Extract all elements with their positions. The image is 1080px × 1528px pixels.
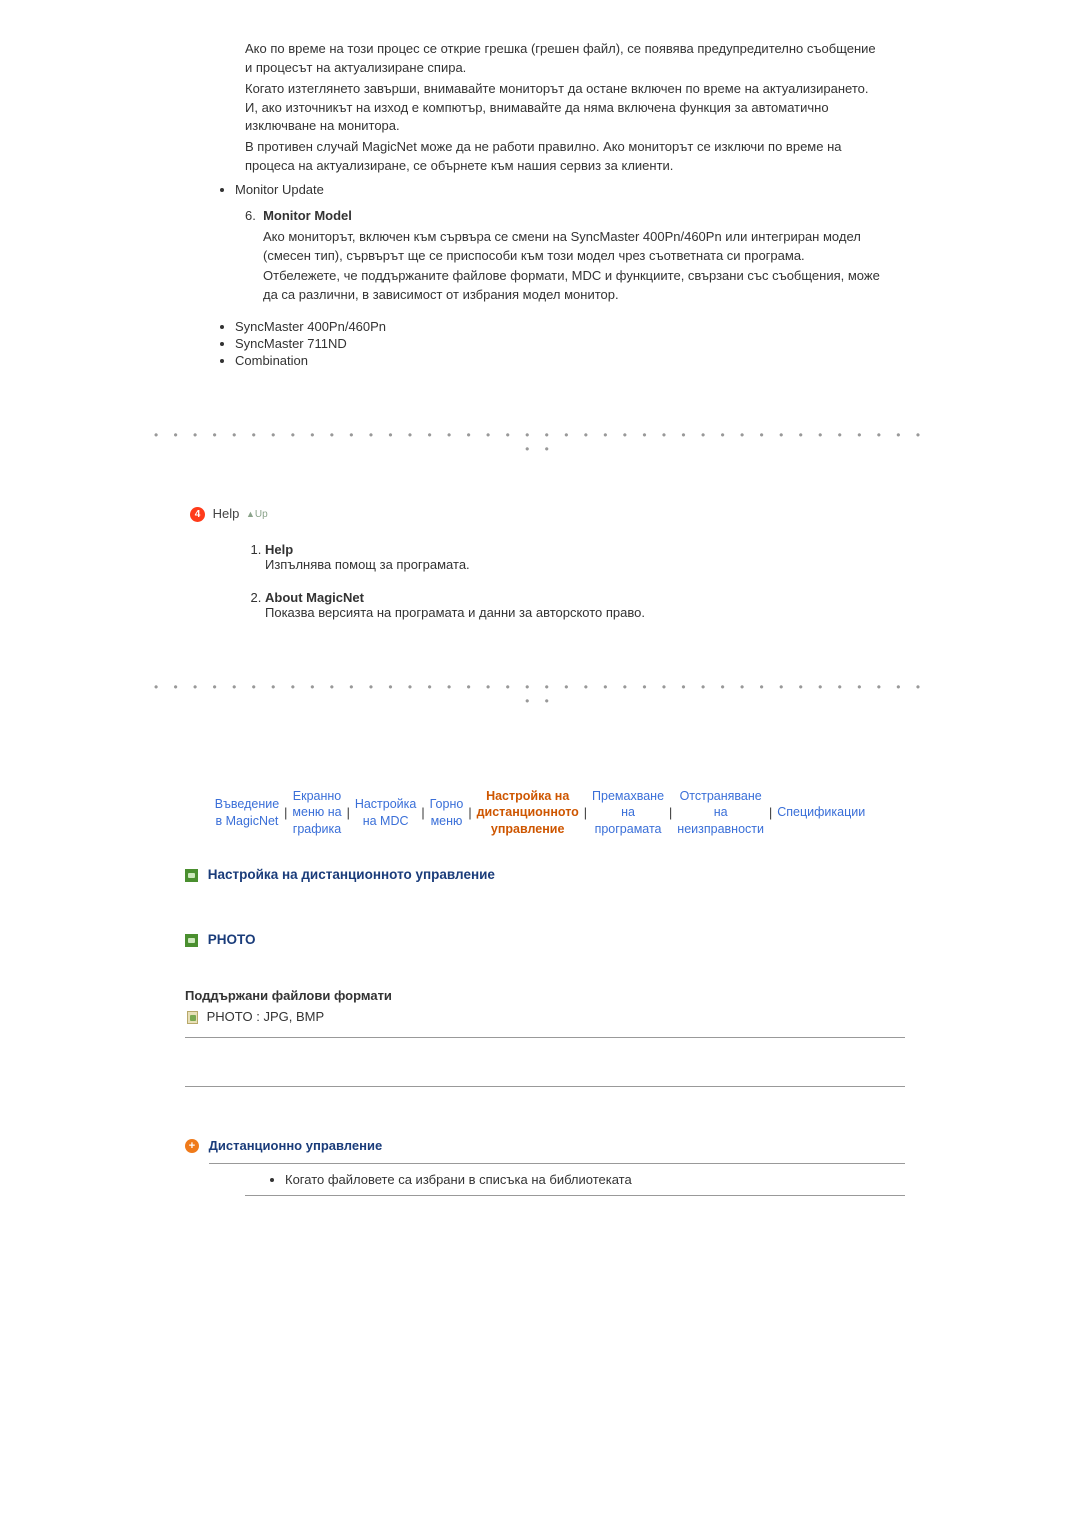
help-item: About MagicNet Показва версията на прогр… xyxy=(265,590,935,620)
file-icon xyxy=(185,1010,199,1024)
item-number: 6. xyxy=(245,208,256,223)
nav-remote-setup[interactable]: Настройка надистанционнотоуправление xyxy=(473,788,583,837)
formats-text: PHOTO : JPG, BMP xyxy=(207,1009,325,1024)
paragraph: В противен случай MagicNet може да не ра… xyxy=(245,138,885,176)
monitor-icon xyxy=(185,934,198,947)
remote-control-title: Дистанционно управление xyxy=(209,1138,383,1153)
section-badge-icon: 4 xyxy=(190,507,205,522)
nav-troubleshoot[interactable]: Отстраняваненанеизправности xyxy=(677,789,764,836)
help-item-title: About MagicNet xyxy=(265,590,364,605)
help-item-desc: Изпълнява помощ за програмата. xyxy=(265,557,470,572)
section-divider: • • • • • • • • • • • • • • • • • • • • … xyxy=(145,428,935,456)
divider xyxy=(185,1086,905,1087)
list-item: Monitor Update xyxy=(235,182,935,197)
divider xyxy=(209,1163,905,1164)
divider xyxy=(185,1037,905,1038)
nav-intro[interactable]: Въведениев MagicNet xyxy=(215,797,279,827)
list-item: SyncMaster 711ND xyxy=(235,336,935,351)
help-item-desc: Показва версията на програмата и данни з… xyxy=(265,605,645,620)
paragraph: Ако мониторът, включен към сървъра се см… xyxy=(263,228,885,266)
help-item-title: Help xyxy=(265,542,293,557)
nav-uninstall[interactable]: Премахваненапрограмата xyxy=(592,789,664,836)
section-title: Help xyxy=(213,506,240,521)
monitor-icon xyxy=(185,869,198,882)
formats-heading: Поддържани файлови формати xyxy=(185,987,905,1006)
section-divider: • • • • • • • • • • • • • • • • • • • • … xyxy=(145,680,935,708)
nav-tabs: Въведениев MagicNet | Екранноменю награф… xyxy=(145,788,935,837)
divider xyxy=(245,1195,905,1196)
list-item: Когато файловете са избрани в списъка на… xyxy=(285,1172,905,1187)
item-title: Monitor Model xyxy=(263,208,352,223)
remote-setup-title: Настройка на дистанционното управление xyxy=(208,867,495,882)
list-item: SyncMaster 400Pn/460Pn xyxy=(235,319,935,334)
list-item: Combination xyxy=(235,353,935,368)
nav-osd[interactable]: Екранноменю награфика xyxy=(292,789,341,836)
nav-top-menu[interactable]: Горноменю xyxy=(430,797,464,827)
paragraph: Отбележете, че поддържаните файлове форм… xyxy=(263,267,885,305)
up-arrow-icon: ▲ xyxy=(246,509,255,519)
help-item: Help Изпълнява помощ за програмата. xyxy=(265,542,935,572)
paragraph: Ако по време на този процес се открие гр… xyxy=(245,40,885,78)
plus-icon: + xyxy=(185,1139,199,1153)
nav-specs[interactable]: Спецификации xyxy=(777,805,865,819)
paragraph: Когато изтеглянето завърши, внимавайте м… xyxy=(245,80,885,137)
up-link[interactable]: ▲Up xyxy=(246,509,268,520)
nav-mdc[interactable]: Настройкана MDC xyxy=(355,797,417,827)
photo-title: PHOTO xyxy=(208,932,256,947)
